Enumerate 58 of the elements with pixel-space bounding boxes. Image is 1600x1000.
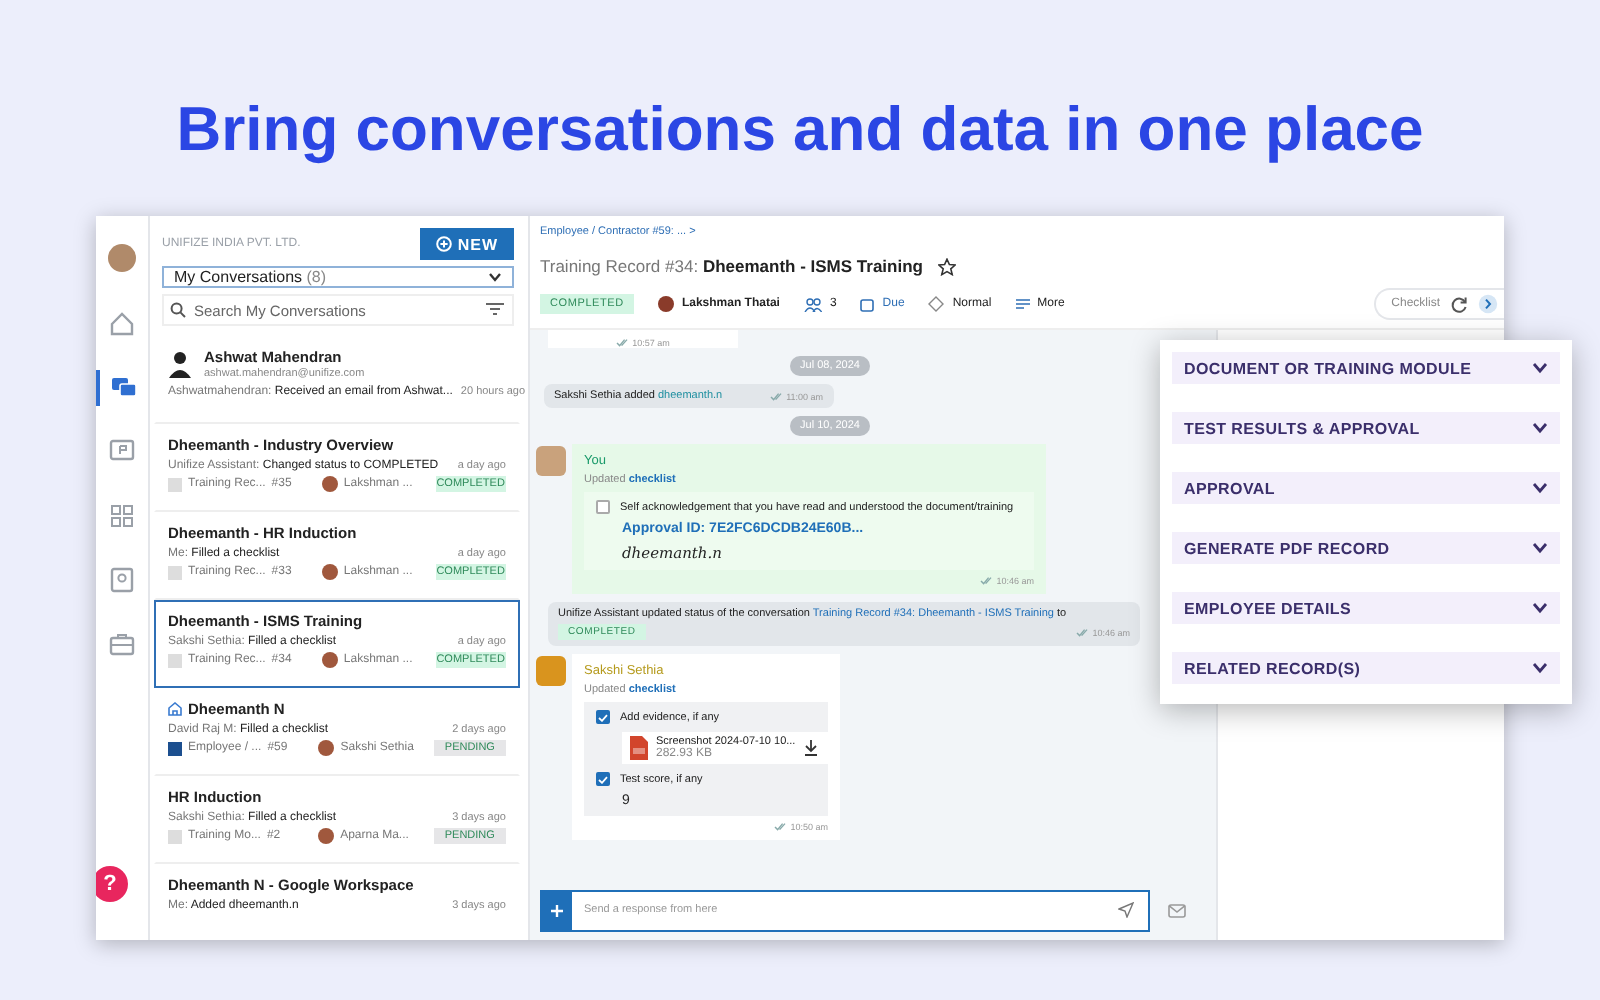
double-check-icon [770, 391, 783, 401]
message-icon [108, 438, 136, 466]
section-header[interactable]: TEST RESULTS & APPROVAL [1172, 412, 1560, 444]
list-icon [1015, 298, 1030, 310]
avatar [321, 476, 338, 492]
grid-icon [108, 502, 136, 530]
search-icon [170, 302, 186, 318]
refresh-icon [1450, 295, 1468, 313]
image-file-icon [630, 736, 648, 760]
calendar-icon [860, 297, 875, 311]
section-header[interactable]: EMPLOYEE DETAILS [1172, 592, 1560, 624]
section-header[interactable]: APPROVAL [1172, 472, 1560, 504]
double-check-icon [1076, 627, 1089, 637]
chevron-down-icon [488, 272, 502, 282]
conversation-filter-dropdown[interactable]: My Conversations (8) [162, 266, 514, 288]
checkbox[interactable] [596, 500, 610, 514]
headline: Bring conversations and data in one place [174, 92, 1426, 168]
double-check-icon [774, 822, 787, 832]
process-icon [168, 653, 182, 667]
avatar [536, 656, 566, 686]
process-icon [168, 477, 182, 491]
avatar [321, 652, 338, 668]
check-icon [598, 775, 608, 783]
process-icon [168, 829, 182, 843]
chevron-right-circle-icon [1478, 294, 1498, 314]
section-header[interactable]: GENERATE PDF RECORD [1172, 532, 1560, 564]
chat-bubbles-icon [110, 374, 138, 402]
checkbox[interactable] [596, 710, 610, 724]
record-title: Training Record #34: Dheemanth - ISMS Training [540, 256, 923, 276]
help-button[interactable]: ? [96, 866, 128, 902]
section-header[interactable]: RELATED RECORD(S) [1172, 652, 1560, 684]
person-silhouette-icon [168, 350, 192, 378]
star-icon[interactable] [938, 257, 957, 275]
avatar [318, 740, 335, 756]
home-icon [108, 310, 136, 338]
double-check-icon [616, 338, 629, 348]
section-header[interactable]: DOCUMENT OR TRAINING MODULE [1172, 352, 1560, 384]
avatar[interactable] [108, 244, 136, 272]
process-icon [168, 741, 182, 755]
plus-icon [549, 903, 563, 917]
filter-icon[interactable] [486, 302, 504, 316]
contact-card-icon [108, 566, 136, 594]
send-icon[interactable] [1118, 902, 1134, 918]
diamond-icon [928, 296, 945, 312]
double-check-icon [980, 576, 993, 586]
briefcase-icon [108, 630, 136, 658]
attach-button[interactable] [540, 889, 572, 931]
download-icon [803, 740, 818, 756]
avatar [536, 446, 566, 476]
envelope-icon[interactable] [1168, 903, 1186, 917]
new-button[interactable]: NEW [419, 228, 514, 260]
checkbox[interactable] [596, 772, 610, 786]
check-icon [598, 713, 608, 721]
plus-circle-icon [435, 236, 452, 252]
process-icon [168, 565, 182, 579]
avatar [318, 828, 335, 844]
avatar [321, 564, 338, 580]
people-icon [803, 297, 822, 311]
